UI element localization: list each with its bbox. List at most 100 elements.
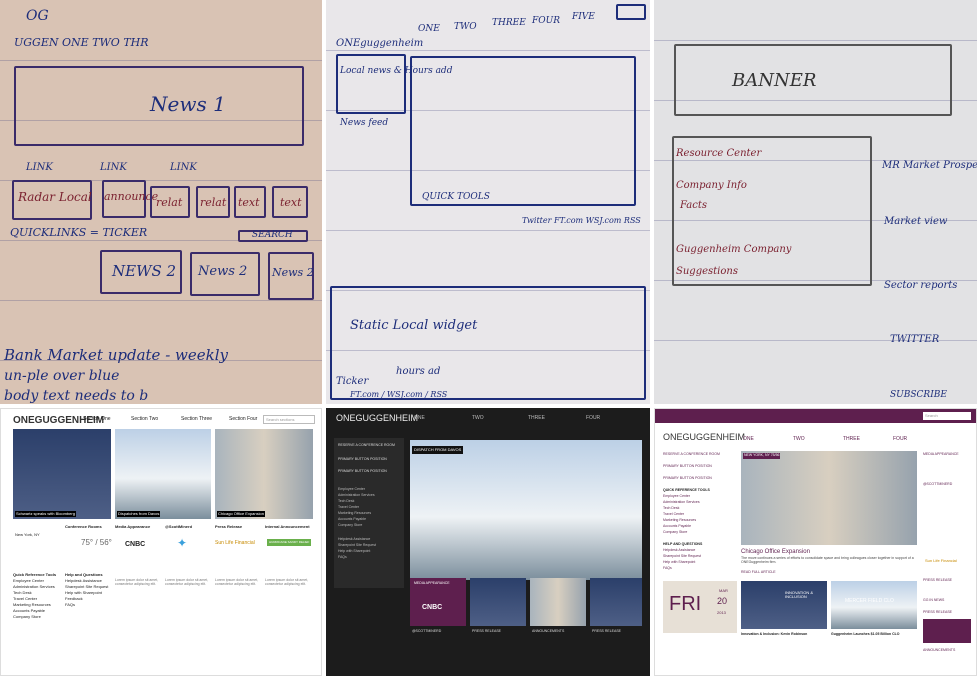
- mock3-menu-15[interactable]: FAQs: [663, 566, 672, 571]
- mock3-story-image-2[interactable]: [831, 581, 917, 629]
- mock2-menu-12[interactable]: Help with Sharepoint: [338, 549, 370, 554]
- mock2-banner: DISPATCH FROM DAVOS: [412, 446, 464, 455]
- mock3-tab-3[interactable]: THREE: [843, 436, 860, 443]
- mock2-menu-10[interactable]: Helpdesk Assistance: [338, 537, 370, 542]
- mock1-quick-3[interactable]: Tech Desk: [13, 590, 32, 595]
- mock1-help-1[interactable]: Helpdesk Assistance: [65, 578, 102, 583]
- mock1-quick-7[interactable]: Company Store: [13, 614, 41, 619]
- sketch2-quick: QUICK TOOLS: [422, 192, 490, 202]
- mock1-quick-5[interactable]: Marketing Resources: [13, 602, 51, 607]
- mock3-menu-0[interactable]: RESERVE A CONFERENCE ROOM: [663, 452, 720, 457]
- sketch1-news2-1: NEWS 2: [112, 262, 177, 280]
- mock3-menu-4[interactable]: Employee Center: [663, 494, 690, 499]
- mock1-body-2: Lorem ipsum dolor sit amet, consectetur …: [165, 578, 209, 586]
- sketch-panel-3: BANNER Resource Center Company Info Fact…: [654, 0, 977, 404]
- mock1-tab-1[interactable]: Section One: [83, 416, 111, 423]
- sketch3-left-2: Company Info: [676, 180, 747, 191]
- mock2-menu-6[interactable]: Travel Center: [338, 505, 359, 510]
- mock3-story-2[interactable]: Guggenheim Launches $1.05 Billion CLO: [831, 632, 899, 637]
- mock1-search-input[interactable]: Search sections: [263, 415, 315, 424]
- mock3-story-image-1[interactable]: [741, 581, 827, 629]
- mock2-menu-13[interactable]: FAQs: [338, 555, 347, 560]
- mock3-date-day: FRI: [669, 593, 702, 615]
- mock1-quick-1[interactable]: Employee Center: [13, 578, 44, 583]
- mock1-hero-image-1[interactable]: [13, 429, 111, 519]
- mock1-head-2: Media Appearance: [115, 524, 151, 529]
- mock2-head-4: PRESS RELEASE: [592, 629, 621, 633]
- mock3-headline[interactable]: Chicago Office Expansion: [741, 549, 810, 556]
- mock2-menu-1[interactable]: PRIMARY BUTTON POSITION: [338, 457, 387, 462]
- mock3-search-input[interactable]: Search: [923, 412, 971, 420]
- mock3-menu-14[interactable]: Help with Sharepoint: [663, 560, 695, 565]
- sketch1-news2-2: News 2: [198, 264, 248, 279]
- sketch1-radar: Radar Local: [18, 190, 92, 204]
- mock3-hero-image[interactable]: [741, 451, 917, 545]
- mock3-side-image[interactable]: [923, 619, 971, 643]
- mock1-help-2[interactable]: Sharepoint Site Request: [65, 584, 108, 589]
- mock2-hero-image[interactable]: [410, 440, 642, 580]
- mock2-logo[interactable]: ONEGUGGENHEIM: [336, 413, 418, 424]
- mock1-tab-4[interactable]: Section Four: [229, 416, 257, 423]
- mock2-menu-5[interactable]: Tech Desk: [338, 499, 354, 504]
- mock2-tab-2[interactable]: TWO: [472, 415, 484, 422]
- mock2-tab-3[interactable]: THREE: [528, 415, 545, 422]
- sketch1-header: UGGEN ONE TWO THR: [14, 36, 149, 49]
- mock2-menu-11[interactable]: Sharepoint Site Request: [338, 543, 376, 548]
- mock2-menu-7[interactable]: Marketing Resources: [338, 511, 371, 516]
- mock1-help-5[interactable]: FAQs: [65, 602, 75, 607]
- mock1-body-1: Lorem ipsum dolor sit amet, consectetur …: [115, 578, 159, 586]
- mock2-menu-2[interactable]: PRIMARY BUTTON POSITION: [338, 469, 387, 474]
- mock3-menu-12[interactable]: Helpdesk Assistance: [663, 548, 695, 553]
- mock2-menu-4[interactable]: Administration Services: [338, 493, 375, 498]
- mock1-head-4: Press Release: [215, 524, 243, 529]
- mock3-menu-9[interactable]: Accounts Payable: [663, 524, 691, 529]
- mock3-tab-1[interactable]: ONE: [743, 436, 754, 443]
- mock3-menu-1[interactable]: PRIMARY BUTTON POSITION: [663, 464, 712, 469]
- mock1-quick-6[interactable]: Accounts Payable: [13, 608, 45, 613]
- sketch2-footer: Twitter FT.com WSJ.com RSS: [522, 216, 641, 225]
- mock2-tab-1[interactable]: ONE: [414, 415, 425, 422]
- mock1-quick-4[interactable]: Travel Center: [13, 596, 37, 601]
- mock1-hero-image-3[interactable]: [215, 429, 313, 519]
- mock1-tab-2[interactable]: Section Two: [131, 416, 158, 423]
- mock3-tab-4[interactable]: FOUR: [893, 436, 907, 443]
- mock1-city: New York, NY: [15, 532, 40, 537]
- mock3-menu-7[interactable]: Travel Center: [663, 512, 684, 517]
- mock1-help-3[interactable]: Help with Sharepoint: [65, 590, 102, 595]
- sketch1-note-3: body text needs to b: [4, 388, 149, 404]
- mock1-body-4: Lorem ipsum dolor sit amet, consectetur …: [265, 578, 309, 586]
- mockup-panel-1: ONEGUGGENHEIM Section One Section Two Se…: [0, 408, 322, 676]
- mock1-caption-3: Chicago Office Expansion: [217, 511, 265, 518]
- sketch-panel-2: ONEguggenheim ONE TWO THREE FOUR FIVE Lo…: [326, 0, 650, 404]
- mock1-help-4[interactable]: Feedback: [65, 596, 83, 601]
- mock3-logo[interactable]: ONEGUGGENHEIM: [663, 432, 745, 443]
- mock3-read-more[interactable]: READ FULL ARTICLE: [741, 570, 776, 575]
- mock3-lead: The move continues a series of efforts t…: [741, 556, 914, 564]
- sketch2-bottom-2: Ticker: [336, 376, 369, 387]
- mock1-quick-2[interactable]: Administration Services: [13, 584, 55, 589]
- mock2-menu-3[interactable]: Employee Center: [338, 487, 365, 492]
- sketch1-note-1: Bank Market update - weekly: [4, 346, 228, 364]
- mock1-caption-1: Schwartz speaks with Bloomberg: [15, 511, 76, 518]
- mock1-tab-3[interactable]: Section Three: [181, 416, 212, 423]
- mock3-weather: NEW YORK, NY 75/56: [743, 453, 781, 459]
- mock3-tab-2[interactable]: TWO: [793, 436, 805, 443]
- mock3-menu-2[interactable]: PRIMARY BUTTON POSITION: [663, 476, 712, 481]
- mock2-menu-8[interactable]: Accounts Payable: [338, 517, 366, 522]
- mock3-menu-13[interactable]: Sharepoint Site Request: [663, 554, 701, 559]
- mock1-hero-image-2[interactable]: [115, 429, 211, 519]
- mock3-story-1[interactable]: Innovation & Inclusion: Kevin Robinson: [741, 632, 807, 637]
- mock3-menu-10[interactable]: Company Store: [663, 530, 687, 535]
- mock3-menu-6[interactable]: Tech Desk: [663, 506, 679, 511]
- mock2-menu-9[interactable]: Company Store: [338, 523, 362, 528]
- twitter-icon[interactable]: ✦: [177, 536, 187, 550]
- sketch1-corner: OG: [26, 8, 49, 24]
- sketch-panel-1: OG UGGEN ONE TWO THR News 1 LINK LINK LI…: [0, 0, 322, 404]
- mock3-menu-8[interactable]: Marketing Resources: [663, 518, 696, 523]
- mock2-tile-4[interactable]: [590, 578, 642, 626]
- mock3-menu-5[interactable]: Administration Services: [663, 500, 700, 505]
- mock2-tab-4[interactable]: FOUR: [586, 415, 600, 422]
- mock2-tile-2[interactable]: [470, 578, 526, 626]
- mock2-menu-0[interactable]: RESERVE A CONFERENCE ROOM: [338, 443, 395, 448]
- mock2-tile-3[interactable]: [530, 578, 586, 626]
